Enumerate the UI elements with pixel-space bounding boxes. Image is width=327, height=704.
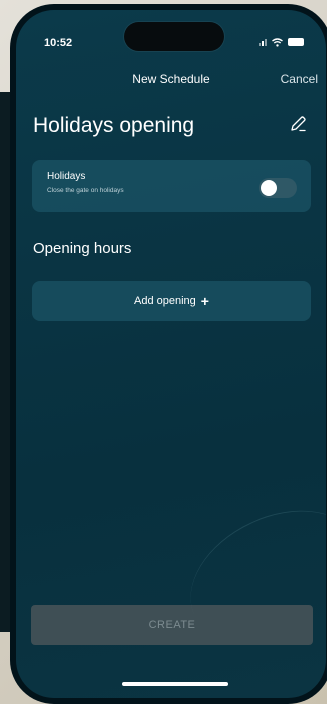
home-indicator bbox=[122, 682, 228, 686]
status-bar: 10:52 bbox=[16, 10, 326, 66]
add-opening-label: Add opening bbox=[134, 295, 196, 307]
battery-icon bbox=[288, 38, 304, 46]
nav-bar: New Schedule Cancel bbox=[16, 66, 326, 92]
holidays-description: Close the gate on holidays bbox=[47, 187, 124, 194]
plus-icon: + bbox=[200, 293, 209, 309]
phone-frame: 10:52 New Schedule Cancel Holidays openi… bbox=[10, 4, 327, 704]
nav-title: New Schedule bbox=[132, 72, 210, 86]
edit-pencil-icon[interactable] bbox=[288, 114, 308, 134]
cancel-button[interactable]: Cancel bbox=[281, 72, 318, 86]
holidays-card: Holidays Close the gate on holidays bbox=[32, 160, 311, 212]
add-opening-button[interactable]: Add opening + bbox=[32, 281, 311, 321]
dynamic-island bbox=[124, 22, 224, 51]
status-time: 10:52 bbox=[44, 37, 73, 49]
holidays-label: Holidays bbox=[47, 171, 86, 182]
opening-hours-title: Opening hours bbox=[33, 240, 132, 257]
wifi-icon bbox=[272, 37, 283, 47]
schedule-name: Holidays opening bbox=[33, 114, 195, 137]
signal-icon bbox=[259, 38, 267, 46]
status-icons bbox=[259, 36, 304, 48]
app-screen: 10:52 New Schedule Cancel Holidays openi… bbox=[16, 10, 326, 698]
holidays-toggle[interactable] bbox=[259, 178, 297, 198]
toggle-knob bbox=[261, 180, 277, 196]
create-button[interactable]: CREATE bbox=[31, 605, 313, 645]
